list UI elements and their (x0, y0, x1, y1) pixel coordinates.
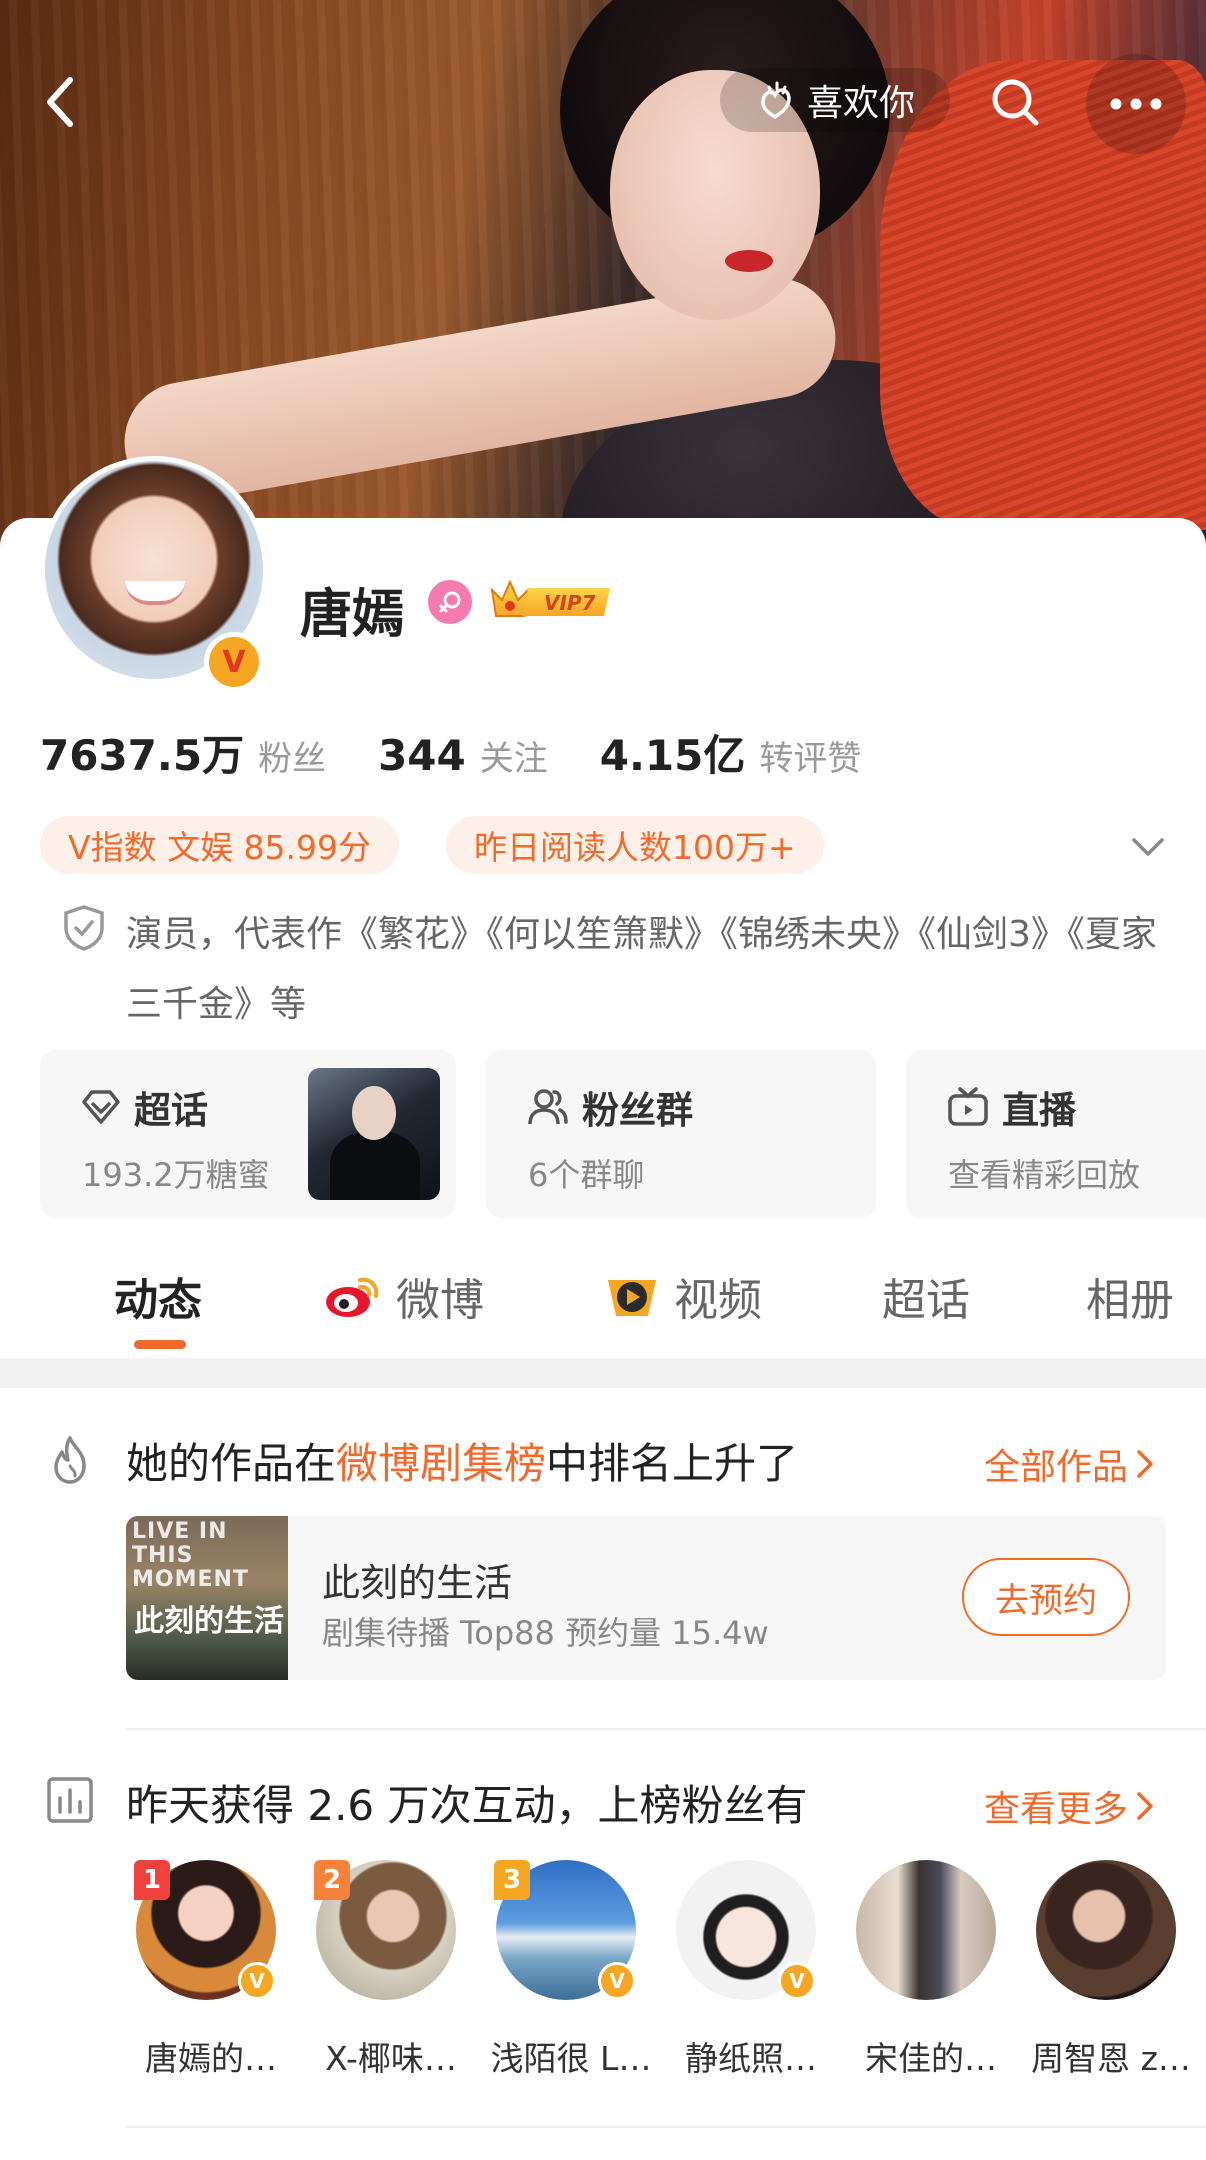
verified-icon: V (598, 1962, 636, 2000)
see-more-link[interactable]: 查看更多 (984, 1780, 1156, 1832)
fan-name: 唐嫣的… (145, 2039, 277, 2078)
verified-icon: V (778, 1962, 816, 2000)
fan-item[interactable]: 1 V 唐嫣的… (126, 1860, 296, 2090)
hand-heart-icon (761, 81, 791, 120)
like-you-label: 喜欢你 (806, 83, 915, 124)
feature-subtitle: 193.2万糖蜜 (82, 1156, 270, 1194)
ranking-title: 她的作品在微博剧集榜中排名上升了 (126, 1439, 799, 1488)
fan-item[interactable]: 宋佳的… (846, 1860, 1016, 2090)
profile-bio: 演员，代表作《繁花》《何以笙箫默》《锦绣未央》《仙剑3》《夏家三千金》等 (126, 914, 1157, 1025)
feature-card-fan-group[interactable]: 粉丝群 6个群聊 (486, 1050, 876, 1218)
stat-interactions[interactable]: 4.15亿 转评赞 (600, 722, 862, 783)
top-bar: 喜欢你 (0, 54, 1206, 154)
fans-title: 昨天获得 2.6 万次互动，上榜粉丝有 (126, 1781, 808, 1830)
tab-weibo[interactable]: 微博 (322, 1264, 484, 1328)
fan-name: X-椰味… (325, 2039, 457, 2078)
profile-tabs: 动态 微博 视频 超话 相册 (0, 1240, 1206, 1360)
tab-video[interactable]: 视频 (604, 1264, 762, 1328)
more-dots-icon (1110, 98, 1162, 110)
divider (126, 2126, 1206, 2128)
all-works-link[interactable]: 全部作品 (984, 1438, 1156, 1490)
reserve-button[interactable]: 去预约 (962, 1558, 1130, 1636)
vip-badge[interactable]: VIP7 (488, 576, 616, 624)
poster-text: LIVE IN THIS MOMENT (132, 1519, 249, 1592)
like-you-button[interactable]: 喜欢你 (720, 68, 950, 132)
work-poster: LIVE IN THIS MOMENT 此刻的生活 (126, 1516, 288, 1680)
feature-title: 直播 (1002, 1089, 1076, 1132)
feature-card-live[interactable]: 直播 查看精彩回放 (906, 1050, 1206, 1218)
video-icon (608, 1280, 656, 1316)
stats-row: 7637.5万 粉丝 344 关注 4.15亿 转评赞 (40, 722, 913, 782)
v-index-tag[interactable]: V指数 文娱 85.99分 (40, 816, 400, 874)
fan-name: 宋佳的… (865, 2039, 997, 2078)
cover-lips (725, 250, 773, 272)
stat-followers[interactable]: 7637.5万 粉丝 (40, 722, 326, 783)
tv-icon (948, 1087, 988, 1126)
bar-chart-icon (47, 1777, 93, 1823)
search-button[interactable] (985, 72, 1045, 132)
rank-badge: 2 (314, 1860, 350, 1900)
feature-card-supertopic[interactable]: 超话 193.2万糖蜜 (40, 1050, 456, 1218)
people-icon (528, 1089, 568, 1125)
female-icon (428, 580, 472, 624)
flame-icon (54, 1436, 86, 1484)
fan-item[interactable]: 周智恩 z… (1026, 1860, 1196, 2090)
stat-following[interactable]: 344 关注 (378, 731, 548, 780)
fans-list: 1 V 唐嫣的… 2 X-椰味… 3 V 浅陌很 L… V 静纸照… 宋佳的… … (126, 1860, 1206, 2090)
fan-avatar (856, 1860, 996, 2000)
divider (126, 1728, 1206, 1730)
verified-badge: V (204, 632, 264, 692)
fan-item[interactable]: 3 V 浅陌很 L… (486, 1860, 656, 2090)
feature-subtitle: 查看精彩回放 (948, 1156, 1141, 1194)
work-subtitle: 剧集待播 Top88 预约量 15.4w (322, 1614, 769, 1652)
chevron-right-icon (1137, 1450, 1153, 1478)
reading-count-tag[interactable]: 昨日阅读人数100万+ (446, 816, 824, 874)
weibo-icon (326, 1277, 379, 1317)
diamond-icon (82, 1090, 120, 1124)
rank-badge: 1 (134, 1860, 170, 1900)
work-title: 此刻的生活 (322, 1561, 513, 1605)
active-tab-indicator (134, 1340, 186, 1349)
ranking-highlight[interactable]: 微博剧集榜 (336, 1439, 546, 1488)
more-button[interactable] (1086, 54, 1186, 154)
fan-name: 周智恩 z… (1031, 2039, 1191, 2078)
supertopic-thumbnail (308, 1068, 440, 1200)
shield-icon (64, 905, 104, 951)
fan-avatar (1036, 1860, 1176, 2000)
fan-item[interactable]: V 静纸照… (666, 1860, 836, 2090)
tab-album[interactable]: 相册 (1086, 1264, 1174, 1328)
profile-name: 唐嫣 (300, 585, 405, 645)
poster-title: 此刻的生活 (134, 1604, 284, 1639)
avatar-smile (125, 581, 185, 605)
search-icon (992, 79, 1039, 126)
fan-name: 静纸照… (685, 2039, 817, 2078)
tab-feed[interactable]: 动态 (114, 1264, 202, 1328)
verified-icon: V (238, 1962, 276, 2000)
rank-badge: 3 (494, 1860, 530, 1900)
tab-supertopic[interactable]: 超话 (882, 1264, 970, 1328)
back-arrow-icon (47, 77, 73, 127)
work-card[interactable]: LIVE IN THIS MOMENT 此刻的生活 此刻的生活 剧集待播 Top… (126, 1516, 1166, 1680)
feature-title: 超话 (134, 1089, 208, 1132)
vip-label: VIP7 (544, 591, 596, 615)
back-button[interactable] (30, 72, 90, 132)
chevron-down-icon[interactable] (1128, 826, 1168, 866)
chevron-right-icon (1137, 1792, 1153, 1820)
fan-name: 浅陌很 L… (490, 2039, 652, 2078)
feature-title: 粉丝群 (582, 1089, 693, 1132)
fan-item[interactable]: 2 X-椰味… (306, 1860, 476, 2090)
feature-subtitle: 6个群聊 (528, 1156, 645, 1194)
section-separator (0, 1358, 1206, 1388)
